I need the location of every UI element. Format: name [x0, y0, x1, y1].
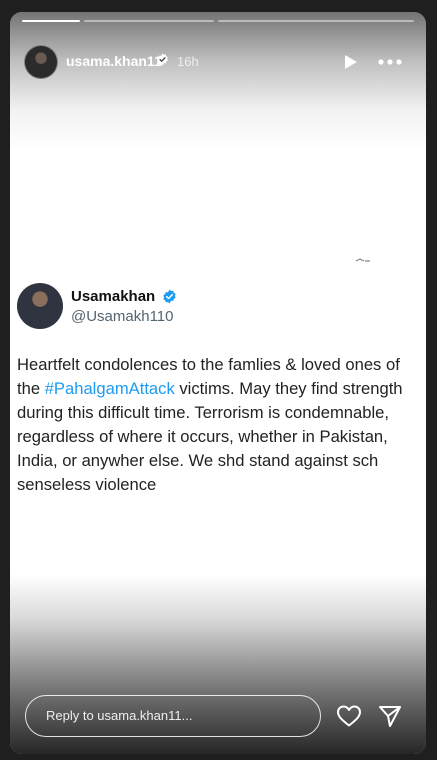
more-options-icon[interactable]	[378, 59, 402, 65]
tweet-avatar	[17, 283, 63, 329]
top-gradient	[10, 12, 426, 152]
story-progress-segment-2	[84, 20, 214, 22]
play-icon[interactable]	[344, 54, 358, 70]
send-icon[interactable]	[378, 704, 402, 728]
tweet-author-name: Usamakhan	[71, 288, 156, 305]
heart-icon[interactable]	[336, 704, 362, 728]
cropped-tweet-icon	[355, 258, 370, 262]
reply-placeholder: Reply to usama.khan11...	[46, 708, 193, 723]
story-timestamp: 16h	[177, 54, 199, 69]
story-progress-segment-1	[22, 20, 80, 22]
tweet-author-handle: @Usamakh110	[71, 308, 174, 325]
story-progress-segment-3	[218, 20, 414, 22]
verified-badge-icon	[163, 289, 176, 304]
tweet-hashtag: #PahalgamAttack	[44, 379, 175, 398]
verified-icon	[157, 53, 168, 66]
reply-input[interactable]: Reply to usama.khan11...	[25, 695, 321, 737]
story-viewer[interactable]: usama.khan11 16h Usamakhan @Usamakh110 H…	[10, 12, 426, 754]
story-username[interactable]: usama.khan11	[66, 53, 162, 69]
tweet-body: Heartfelt condolences to the famlies & l…	[17, 353, 417, 497]
story-avatar[interactable]	[24, 45, 58, 79]
